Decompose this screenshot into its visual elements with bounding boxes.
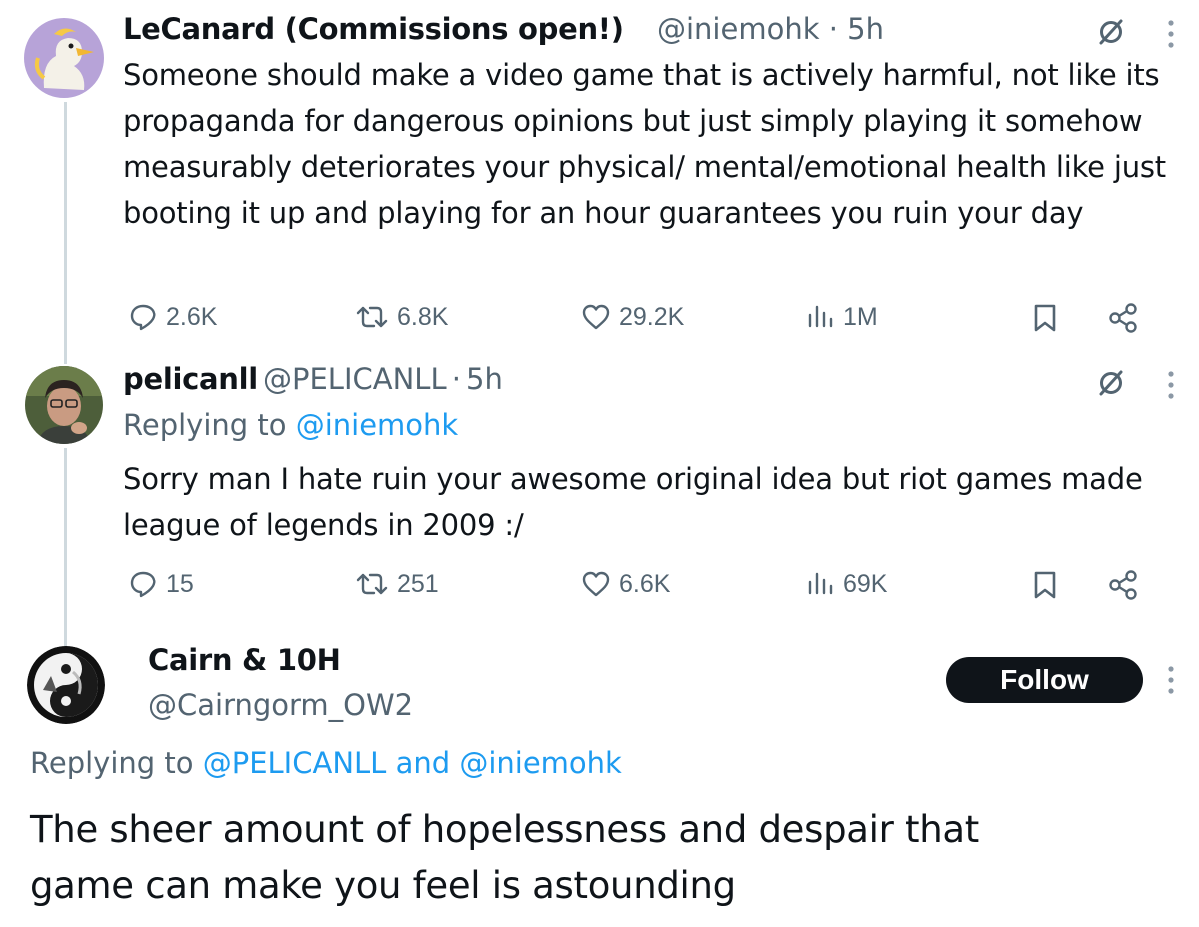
views-button[interactable]: 69K [805, 569, 887, 599]
repost-button[interactable]: 6.8K [355, 302, 448, 332]
replying-to: Replying to @PELICANLL and @iniemohk [30, 746, 622, 780]
repost-button[interactable]: 251 [355, 569, 439, 599]
replying-and: and [395, 746, 451, 780]
follow-button[interactable]: Follow [946, 657, 1143, 703]
tweet-text: Someone should make a video game that is… [123, 58, 1166, 230]
author-line: pelicanll @PELICANLL · 5h [123, 362, 503, 396]
thread-line-2 [64, 448, 67, 648]
more-vertical-icon[interactable] [1164, 369, 1178, 401]
share-icon[interactable] [1107, 302, 1139, 334]
bookmark-icon[interactable] [1031, 303, 1059, 333]
separator: · [828, 12, 838, 46]
like-button[interactable]: 6.6K [581, 569, 670, 599]
author-name[interactable]: pelicanll [123, 362, 258, 396]
reply-button[interactable]: 2.6K [128, 302, 217, 332]
like-button[interactable]: 29.2K [581, 302, 684, 332]
replying-prefix: Replying to [123, 408, 287, 442]
views-button[interactable]: 1M [805, 302, 878, 332]
replying-to-link-2[interactable]: @iniemohk [459, 746, 622, 780]
grok-icon[interactable] [1095, 367, 1127, 399]
more-vertical-icon[interactable] [1164, 18, 1178, 50]
tweet-text: The sheer amount of hopelessness and des… [30, 808, 979, 907]
author-handle[interactable]: @PELICANLL [263, 362, 447, 396]
share-icon[interactable] [1107, 569, 1139, 601]
replying-to-link[interactable]: @iniemohk [296, 408, 459, 442]
timestamp[interactable]: 5h [466, 362, 503, 396]
thread-line-1 [64, 102, 67, 364]
avatar-lecanard[interactable] [24, 18, 104, 98]
avatar-pelicanll[interactable] [25, 366, 103, 444]
author-handle[interactable]: @iniemohk [657, 12, 820, 46]
more-vertical-icon[interactable] [1164, 664, 1178, 696]
author-handle-line: @iniemohk · 5h [657, 12, 884, 46]
author-name[interactable]: LeCanard (Commissions open!) [123, 12, 624, 46]
like-count: 29.2K [619, 302, 685, 331]
separator: · [451, 362, 461, 396]
replying-prefix: Replying to [30, 746, 194, 780]
reply-count: 2.6K [166, 302, 218, 331]
view-count: 69K [843, 569, 888, 598]
replying-to-link-1[interactable]: @PELICANLL [203, 746, 387, 780]
tweet-text: Sorry man I hate ruin your awesome origi… [123, 462, 1143, 542]
avatar-cairn[interactable] [27, 646, 105, 724]
replying-to: Replying to @iniemohk [123, 408, 458, 442]
author-name[interactable]: Cairn & 10H [148, 643, 341, 677]
bookmark-icon[interactable] [1031, 570, 1059, 600]
repost-count: 6.8K [397, 302, 449, 331]
like-count: 6.6K [619, 569, 671, 598]
reply-count: 15 [166, 569, 194, 598]
timestamp[interactable]: 5h [847, 12, 884, 46]
grok-icon[interactable] [1095, 16, 1127, 48]
reply-button[interactable]: 15 [128, 569, 194, 599]
repost-count: 251 [397, 569, 439, 598]
view-count: 1M [843, 302, 878, 331]
author-handle[interactable]: @Cairngorm_OW2 [148, 688, 413, 722]
